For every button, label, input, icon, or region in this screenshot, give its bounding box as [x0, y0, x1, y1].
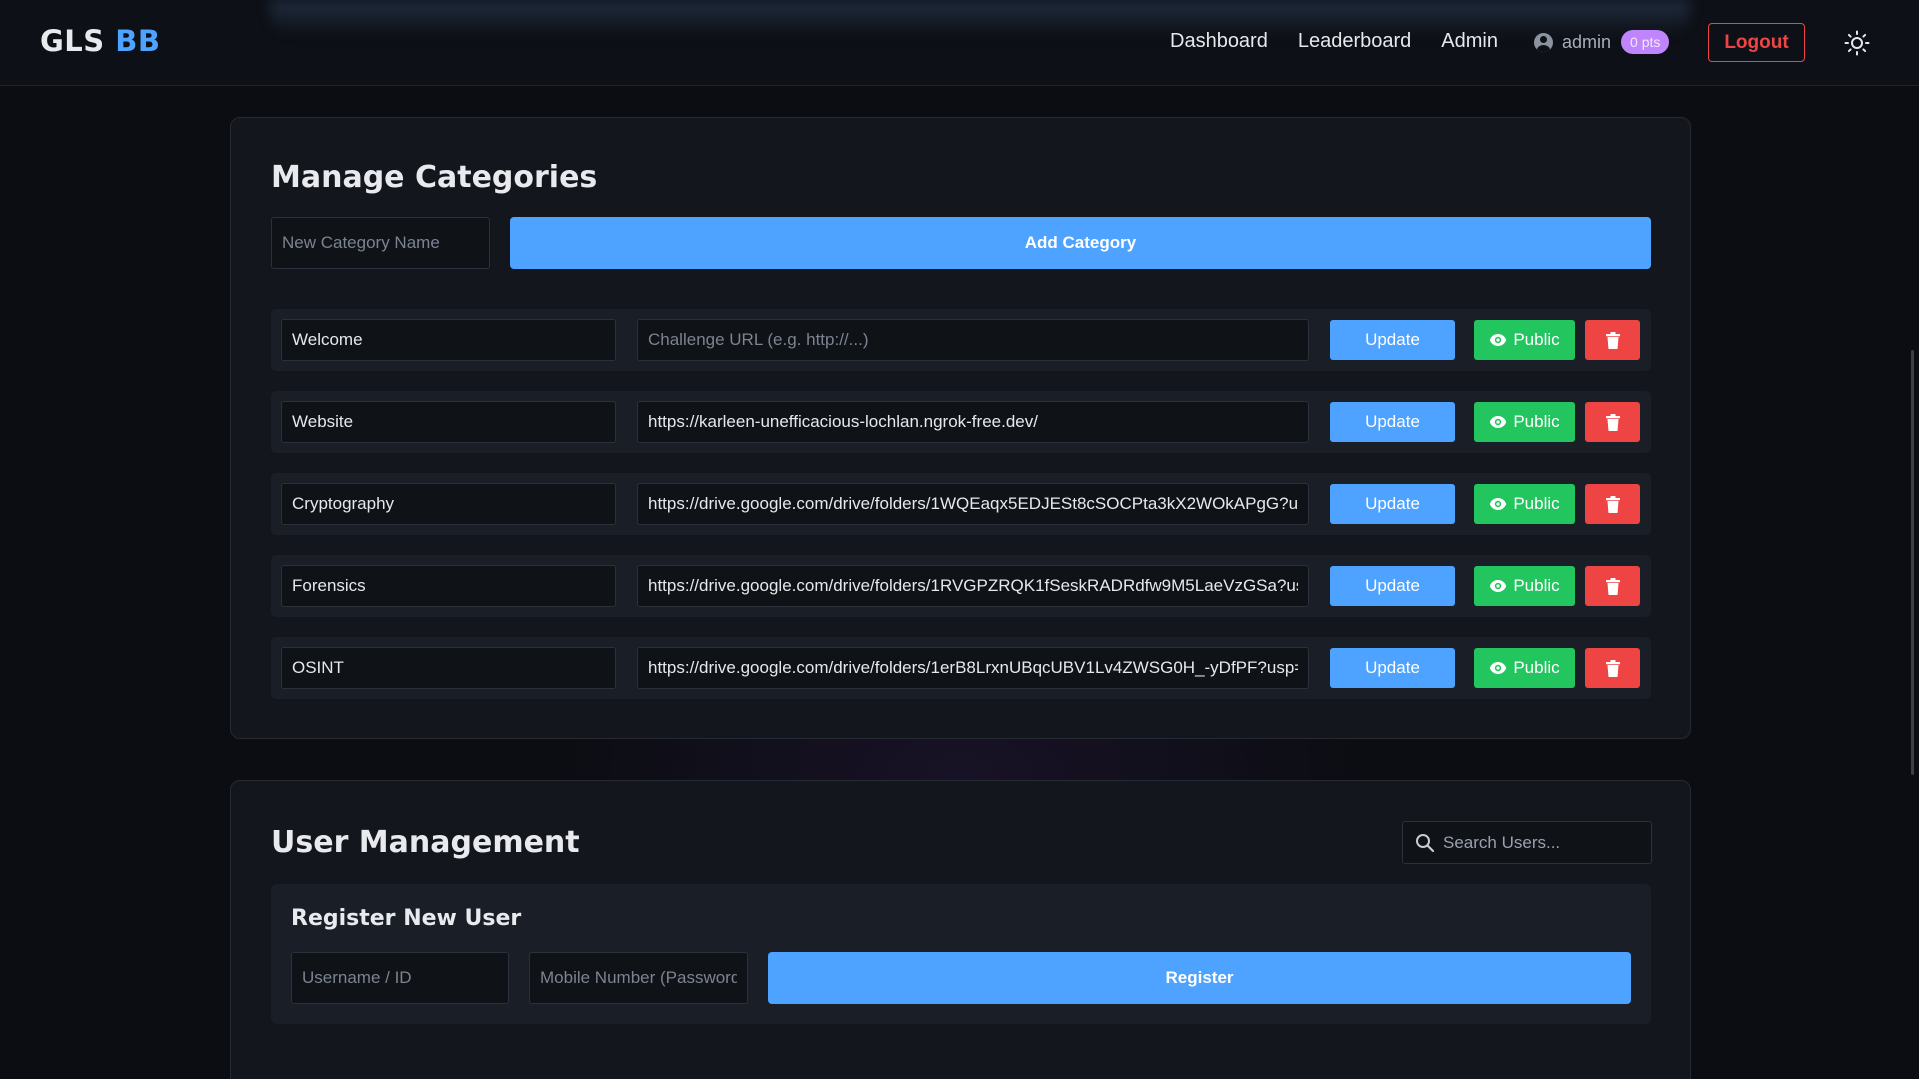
search-icon: [1416, 833, 1435, 852]
eye-icon: [1490, 580, 1507, 592]
nav-admin[interactable]: Admin: [1441, 30, 1498, 53]
delete-button[interactable]: [1585, 566, 1640, 606]
page-scrollbar[interactable]: [1911, 350, 1914, 775]
manage-categories-panel: Manage Categories Add Category Update Pub…: [230, 117, 1691, 739]
update-button[interactable]: Update: [1330, 648, 1455, 688]
public-toggle-button[interactable]: Public: [1474, 484, 1575, 524]
nav-leaderboard[interactable]: Leaderboard: [1298, 30, 1411, 53]
register-user-card: Register New User Register: [271, 884, 1651, 1024]
eye-icon: [1490, 416, 1507, 428]
update-button[interactable]: Update: [1330, 484, 1455, 524]
category-row: Update Public: [271, 555, 1651, 617]
public-label: Public: [1513, 494, 1560, 513]
category-url-input[interactable]: [637, 565, 1309, 607]
category-row: Update Public: [271, 473, 1651, 535]
register-user-title: Register New User: [291, 906, 522, 931]
public-label: Public: [1513, 658, 1560, 677]
theme-toggle-button[interactable]: [1844, 30, 1870, 56]
search-users-input[interactable]: [1443, 832, 1643, 853]
category-url-input[interactable]: [637, 319, 1309, 361]
update-button[interactable]: Update: [1330, 402, 1455, 442]
username-input[interactable]: [291, 952, 509, 1004]
update-button[interactable]: Update: [1330, 320, 1455, 360]
trash-icon: [1605, 495, 1620, 513]
eye-icon: [1490, 498, 1507, 510]
category-name-input[interactable]: [281, 565, 616, 607]
manage-categories-title: Manage Categories: [271, 160, 598, 195]
category-url-input[interactable]: [637, 401, 1309, 443]
category-row: Update Public: [271, 637, 1651, 699]
register-button[interactable]: Register: [768, 952, 1631, 1004]
public-label: Public: [1513, 576, 1560, 595]
public-toggle-button[interactable]: Public: [1474, 566, 1575, 606]
public-label: Public: [1513, 330, 1560, 349]
trash-icon: [1605, 577, 1620, 595]
logout-button[interactable]: Logout: [1708, 23, 1805, 62]
category-url-input[interactable]: [637, 483, 1309, 525]
user-management-title: User Management: [271, 825, 580, 860]
trash-icon: [1605, 413, 1620, 431]
brand-accent: BB: [115, 24, 161, 58]
delete-button[interactable]: [1585, 320, 1640, 360]
user-management-panel: User Management Register New User Regist…: [230, 780, 1691, 1079]
eye-icon: [1490, 662, 1507, 674]
eye-icon: [1490, 334, 1507, 346]
category-url-input[interactable]: [637, 647, 1309, 689]
trash-icon: [1605, 331, 1620, 349]
username: admin: [1562, 31, 1612, 52]
category-name-input[interactable]: [281, 647, 616, 689]
category-name-input[interactable]: [281, 319, 616, 361]
category-row: Update Public: [271, 309, 1651, 371]
public-label: Public: [1513, 412, 1560, 431]
brand-main: GLS: [40, 24, 105, 58]
delete-button[interactable]: [1585, 648, 1640, 688]
category-name-input[interactable]: [281, 401, 616, 443]
trash-icon: [1605, 659, 1620, 677]
delete-button[interactable]: [1585, 484, 1640, 524]
category-name-input[interactable]: [281, 483, 616, 525]
nav-dashboard[interactable]: Dashboard: [1170, 30, 1268, 53]
add-category-button[interactable]: Add Category: [510, 217, 1651, 269]
points-badge: 0 pts: [1621, 30, 1670, 54]
user-chip[interactable]: admin 0 pts: [1534, 30, 1670, 54]
search-users-box[interactable]: [1402, 821, 1652, 864]
brand-logo[interactable]: GLS BB: [40, 24, 161, 58]
user-circle-icon: [1534, 32, 1553, 52]
category-row: Update Public: [271, 391, 1651, 453]
navbar: GLS BB Dashboard Leaderboard Admin admin…: [0, 0, 1919, 86]
nav-links: Dashboard Leaderboard Admin: [1170, 30, 1528, 53]
public-toggle-button[interactable]: Public: [1474, 402, 1575, 442]
delete-button[interactable]: [1585, 402, 1640, 442]
sun-icon: [1844, 30, 1870, 56]
update-button[interactable]: Update: [1330, 566, 1455, 606]
public-toggle-button[interactable]: Public: [1474, 320, 1575, 360]
new-category-input[interactable]: [271, 217, 490, 269]
public-toggle-button[interactable]: Public: [1474, 648, 1575, 688]
password-input[interactable]: [529, 952, 748, 1004]
